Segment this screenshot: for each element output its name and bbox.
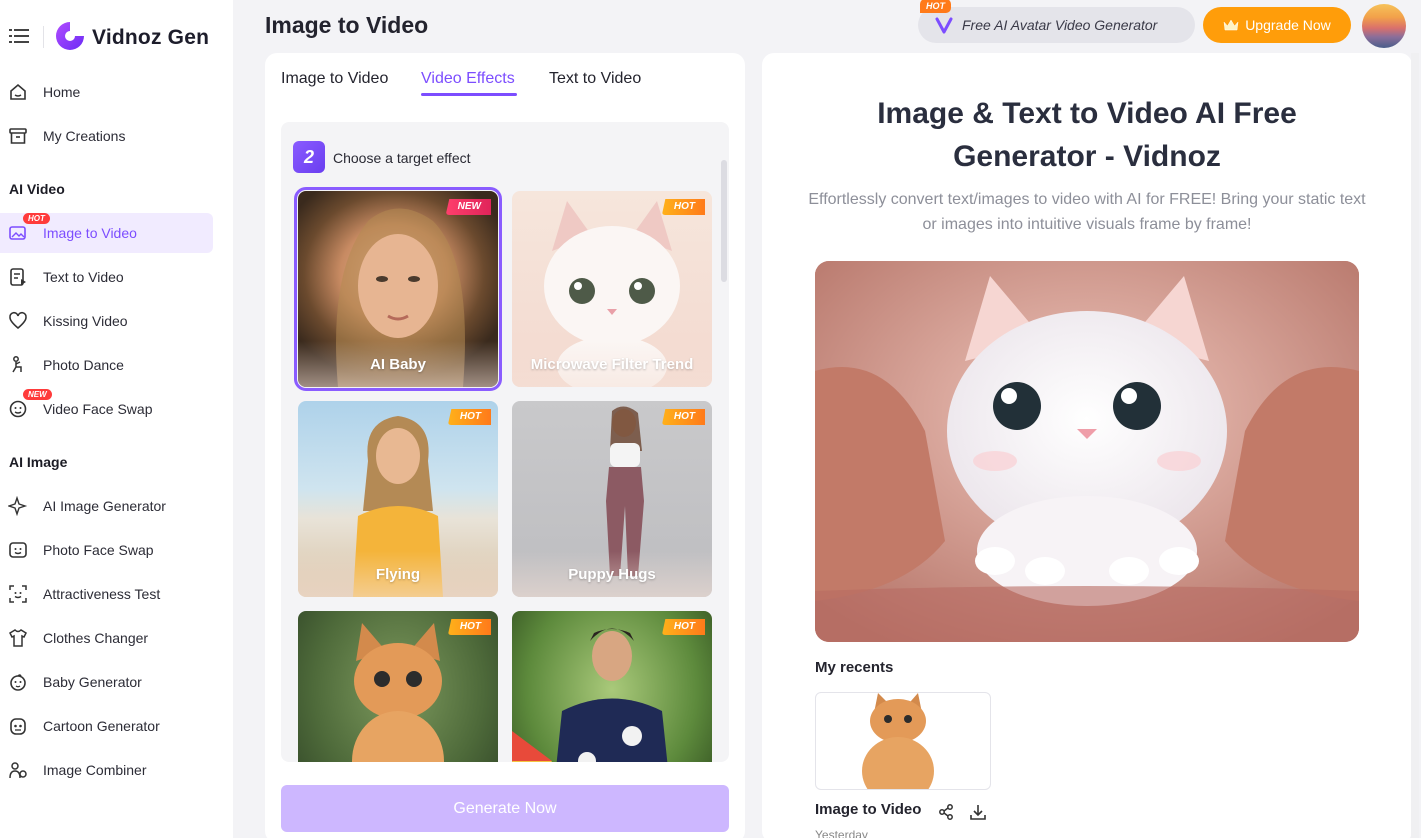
sidebar-item-cartoon-generator[interactable]: Cartoon Generator — [0, 706, 213, 746]
effect-card-puppy-hugs[interactable]: HOT Puppy Hugs — [512, 401, 712, 597]
tab-video-effects[interactable]: Video Effects — [421, 70, 515, 88]
sidebar-item-photo-dance[interactable]: Photo Dance — [0, 345, 213, 385]
sidebar-item-ai-image-generator[interactable]: AI Image Generator — [0, 486, 213, 526]
sparkle-icon — [8, 496, 28, 516]
effect-card-label: Microwave Filter Trend — [530, 356, 694, 373]
sidebar-item-video-face-swap[interactable]: Video Face Swap NEW — [0, 389, 213, 429]
image-video-icon — [9, 226, 26, 240]
face-scan-icon — [9, 585, 27, 603]
sidebar-item-label: Video Face Swap — [43, 401, 153, 417]
crown-icon — [1223, 19, 1239, 31]
hot-tag: HOT — [661, 409, 705, 425]
sidebar-item-label: Home — [43, 84, 81, 100]
generate-now-button[interactable]: Generate Now — [281, 785, 729, 832]
sidebar-item-label: Baby Generator — [43, 674, 142, 690]
download-icon[interactable] — [969, 803, 987, 821]
upgrade-now-button[interactable]: Upgrade Now — [1203, 7, 1351, 43]
effect-card-flying[interactable]: HOT Flying — [298, 401, 498, 597]
dance-icon — [12, 356, 22, 373]
recent-item-thumbnail[interactable] — [815, 692, 991, 790]
recents-title: My recents — [815, 659, 894, 676]
sidebar-item-clothes-changer[interactable]: Clothes Changer — [0, 618, 213, 658]
sidebar-item-label: Photo Face Swap — [43, 542, 154, 558]
effects-list[interactable]: 2 Choose a target effect NEW AI Baby HOT… — [281, 122, 729, 762]
hero-title: Image & Text to Video AI Free Generator … — [877, 97, 1297, 173]
section-ai-video: AI Video — [9, 181, 65, 197]
promo-avatar-generator-button[interactable]: HOT Free AI Avatar Video Generator — [918, 0, 1195, 43]
shirt-icon — [9, 629, 27, 647]
sidebar-item-label: Photo Dance — [43, 357, 124, 373]
brand-divider — [43, 26, 44, 48]
sidebar: Vidnoz Gen Home My Creations AI Video Im… — [0, 0, 233, 838]
active-tab-underline — [421, 93, 517, 96]
effect-card-label: Puppy Hugs — [568, 566, 656, 583]
share-icon[interactable] — [937, 803, 955, 821]
sidebar-item-label: My Creations — [43, 128, 126, 144]
sidebar-item-attractiveness-test[interactable]: Attractiveness Test — [0, 574, 213, 614]
new-badge: NEW — [23, 389, 52, 400]
sidebar-item-text-to-video[interactable]: Text to Video — [0, 257, 213, 297]
sidebar-item-kissing-video[interactable]: Kissing Video — [0, 301, 213, 341]
sidebar-item-image-combiner[interactable]: Image Combiner — [0, 750, 213, 790]
sidebar-item-label: Attractiveness Test — [43, 586, 161, 602]
sidebar-item-photo-face-swap[interactable]: Photo Face Swap — [0, 530, 213, 570]
effect-card-kitten[interactable]: HOT — [298, 611, 498, 762]
recent-item-date: Yesterday — [815, 828, 868, 838]
page-scrollbar[interactable] — [1411, 53, 1419, 838]
step-instruction: Choose a target effect — [333, 150, 471, 166]
sidebar-item-label: Image Combiner — [43, 762, 147, 778]
effect-card-kimono[interactable]: HOT — [512, 611, 712, 762]
vidnoz-logo-icon[interactable] — [54, 20, 86, 52]
effect-card-label: AI Baby — [370, 356, 426, 373]
effect-card-microwave-filter-trend[interactable]: HOT Microwave Filter Trend — [512, 191, 712, 387]
hot-tag: HOT — [661, 199, 705, 215]
promo-hot-badge: HOT — [920, 0, 951, 13]
hot-tag: HOT — [447, 409, 491, 425]
face-swap-icon — [9, 400, 27, 418]
sidebar-item-label: Image to Video — [43, 225, 137, 241]
sidebar-item-label: Kissing Video — [43, 313, 128, 329]
upgrade-label: Upgrade Now — [1245, 17, 1331, 33]
text-video-icon — [10, 268, 26, 286]
recent-item-label: Image to Video — [815, 801, 922, 818]
brand-bar: Vidnoz Gen — [0, 0, 233, 72]
hero-subtitle: Effortlessly convert text/images to vide… — [808, 191, 1366, 233]
effects-scrollbar[interactable] — [721, 160, 727, 282]
heart-icon — [9, 311, 27, 330]
box-icon — [9, 128, 27, 144]
tab-image-to-video[interactable]: Image to Video — [281, 70, 388, 88]
page-title: Image to Video — [265, 12, 429, 38]
hero-kitten-illustration — [815, 261, 1359, 642]
user-avatar[interactable] — [1362, 4, 1406, 48]
vidnoz-v-icon — [935, 17, 953, 34]
promo-text: Free AI Avatar Video Generator — [962, 17, 1158, 33]
hot-tag: HOT — [447, 619, 491, 635]
sidebar-item-my-creations[interactable]: My Creations — [0, 116, 213, 156]
brand-name: Vidnoz Gen — [92, 26, 210, 49]
tab-text-to-video[interactable]: Text to Video — [549, 70, 641, 88]
step-number-badge: 2 — [293, 141, 325, 173]
effect-card-label: Flying — [375, 566, 421, 583]
app-root: Vidnoz Gen Home My Creations AI Video Im… — [0, 0, 1421, 838]
photo-face-icon — [9, 542, 27, 558]
sidebar-item-label: Clothes Changer — [43, 630, 149, 646]
combiner-icon — [9, 762, 27, 779]
hot-badge: HOT — [23, 213, 50, 224]
section-ai-image: AI Image — [9, 454, 68, 470]
menu-icon[interactable] — [9, 27, 29, 45]
new-tag: NEW — [445, 199, 491, 215]
sidebar-item-label: AI Image Generator — [43, 498, 166, 514]
sidebar-item-home[interactable]: Home — [0, 72, 213, 112]
sidebar-item-label: Cartoon Generator — [43, 718, 160, 734]
hero-kitten-image — [815, 261, 1359, 642]
effect-card-ai-baby[interactable]: NEW AI Baby — [294, 187, 502, 391]
recent-kitten-illustration — [862, 693, 934, 789]
sidebar-item-baby-generator[interactable]: Baby Generator — [0, 662, 213, 702]
sidebar-item-image-to-video[interactable]: Image to Video HOT — [0, 213, 213, 253]
hot-tag: HOT — [661, 619, 705, 635]
baby-icon — [10, 674, 26, 691]
cartoon-icon — [10, 718, 26, 735]
home-icon — [10, 83, 26, 100]
sidebar-item-label: Text to Video — [43, 269, 124, 285]
